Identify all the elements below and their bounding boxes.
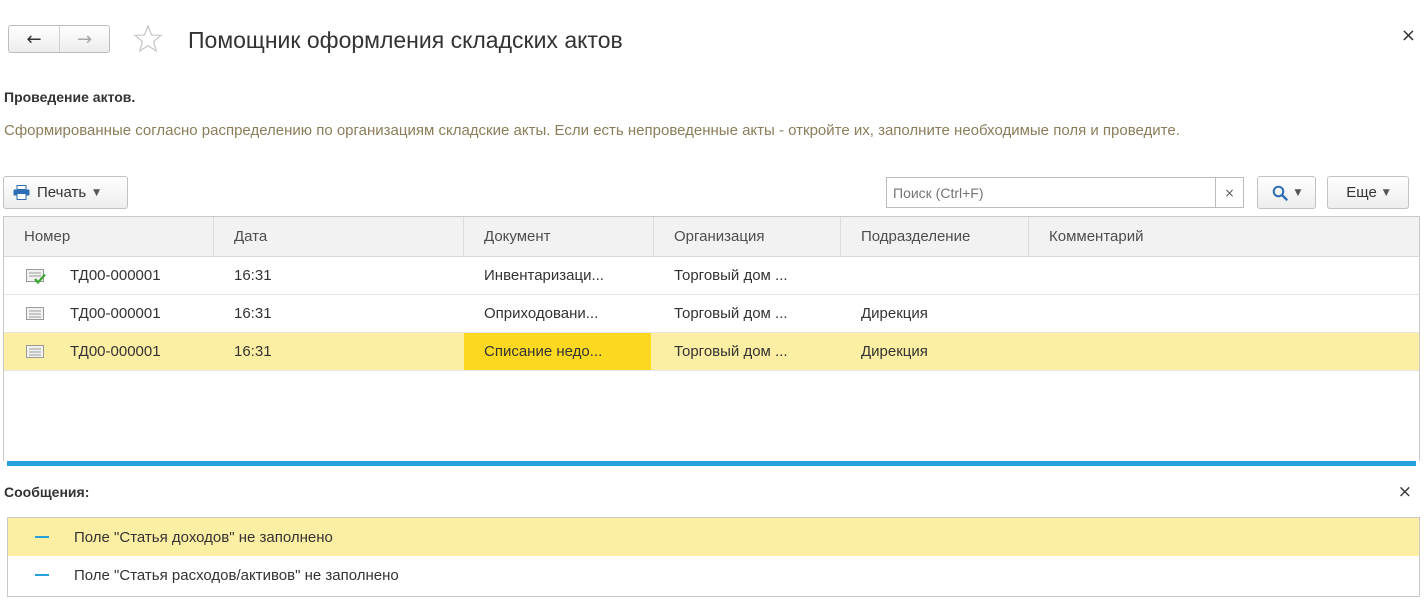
document-icon	[26, 307, 44, 320]
message-text: Поле "Статья расходов/активов" не заполн…	[74, 566, 399, 584]
back-button[interactable]: ←	[9, 26, 59, 52]
messages-list: Поле "Статья доходов" не заполнено Поле …	[7, 517, 1420, 597]
message-item[interactable]: Поле "Статья доходов" не заполнено	[8, 518, 1419, 556]
table-row-selected[interactable]: ТД00-000001 16:31 Списание недо... Торго…	[4, 333, 1419, 371]
cell-organization: Торговый дом ...	[674, 343, 788, 360]
messages-title: Сообщения:	[4, 484, 90, 500]
dash-icon	[35, 536, 49, 538]
close-icon[interactable]: ×	[1401, 25, 1416, 46]
cell-number: ТД00-000001	[70, 343, 161, 360]
message-text: Поле "Статья доходов" не заполнено	[74, 528, 333, 546]
cell-organization: Торговый дом ...	[674, 305, 788, 322]
print-button[interactable]: Печать ▼	[3, 176, 128, 209]
arrow-right-icon: →	[76, 28, 93, 50]
message-item[interactable]: Поле "Статья расходов/активов" не заполн…	[8, 556, 1419, 594]
close-icon: ×	[1224, 185, 1235, 200]
acts-table: Номер Дата Документ Организация Подразде…	[3, 216, 1420, 461]
cell-number: ТД00-000001	[70, 305, 161, 322]
navigation-buttons: ← →	[8, 25, 110, 53]
column-header-document[interactable]: Документ	[464, 217, 654, 256]
cell-department: Дирекция	[861, 305, 928, 322]
cell-organization: Торговый дом ...	[674, 267, 788, 284]
column-header-comment[interactable]: Комментарий	[1029, 217, 1419, 256]
column-header-date[interactable]: Дата	[214, 217, 464, 256]
close-messages-icon[interactable]: ×	[1398, 482, 1412, 502]
cell-comment	[1049, 257, 1409, 294]
table-header: Номер Дата Документ Организация Подразде…	[4, 217, 1419, 257]
cell-department: Дирекция	[861, 343, 928, 360]
more-button[interactable]: Еще ▼	[1327, 176, 1409, 209]
clear-search-button[interactable]: ×	[1216, 177, 1244, 208]
cell-document-active[interactable]: Списание недо...	[464, 333, 651, 370]
search-icon	[1272, 185, 1288, 201]
cell-document: Инвентаризаци...	[484, 267, 604, 284]
forward-button[interactable]: →	[59, 26, 109, 52]
cell-document: Оприходовани...	[484, 305, 599, 322]
chevron-down-icon: ▼	[1294, 187, 1302, 198]
header: ← → Помощник оформления складских актов …	[0, 0, 1424, 84]
dash-icon	[35, 574, 49, 576]
cell-number: ТД00-000001	[70, 267, 161, 284]
cell-comment	[1049, 333, 1409, 370]
section-title: Проведение актов.	[4, 89, 136, 105]
cell-department	[861, 257, 1027, 294]
column-header-department[interactable]: Подразделение	[841, 217, 1029, 256]
favorite-star-icon[interactable]	[133, 24, 163, 54]
posted-document-icon	[26, 269, 46, 284]
panel-splitter[interactable]	[7, 461, 1416, 466]
more-button-label: Еще	[1346, 184, 1377, 201]
search-input[interactable]	[886, 177, 1216, 208]
cell-date: 16:31	[234, 267, 272, 284]
table-row[interactable]: ТД00-000001 16:31 Инвентаризаци... Торго…	[4, 257, 1419, 295]
cell-date: 16:31	[234, 305, 272, 322]
chevron-down-icon: ▼	[1382, 187, 1390, 198]
print-button-label: Печать	[37, 184, 87, 201]
printer-icon	[13, 185, 30, 200]
table-row[interactable]: ТД00-000001 16:31 Оприходовани... Торгов…	[4, 295, 1419, 333]
section-description: Сформированные согласно распределению по…	[4, 122, 1180, 139]
arrow-left-icon: ←	[26, 28, 42, 50]
document-icon	[26, 345, 44, 358]
cell-date: 16:31	[234, 343, 272, 360]
search-button[interactable]: ▼	[1257, 176, 1316, 209]
column-header-organization[interactable]: Организация	[654, 217, 841, 256]
column-header-number[interactable]: Номер	[4, 217, 214, 256]
cell-comment	[1049, 295, 1409, 332]
chevron-down-icon: ▼	[93, 187, 101, 198]
page-title: Помощник оформления складских актов	[188, 27, 623, 53]
